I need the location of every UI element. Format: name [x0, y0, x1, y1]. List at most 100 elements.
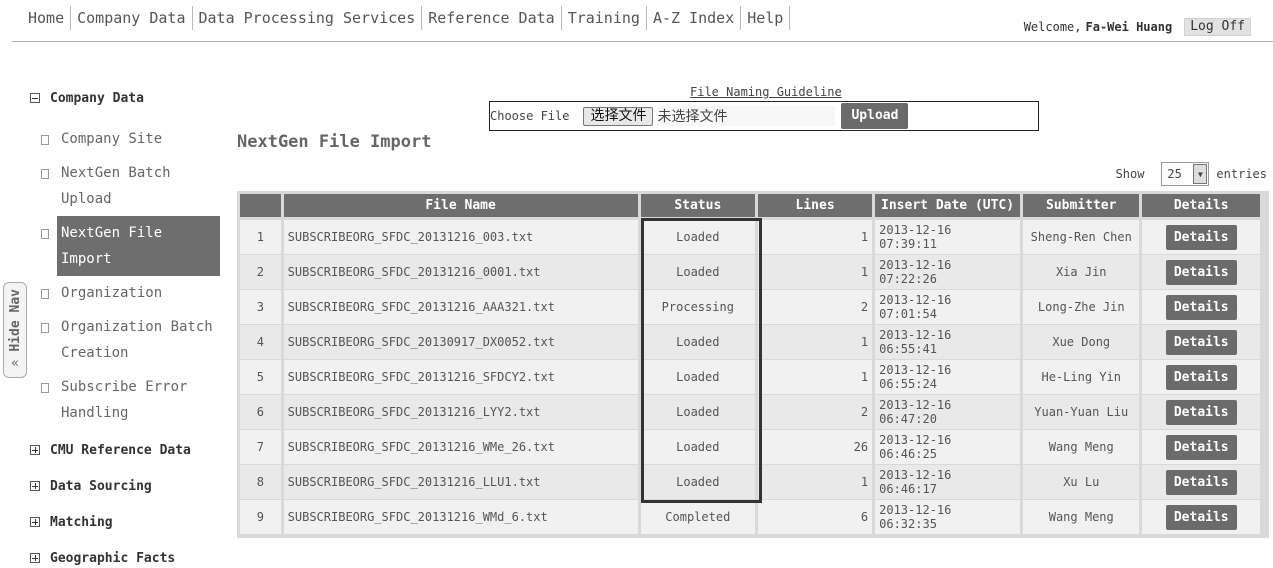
expand-icon[interactable]: [30, 553, 40, 563]
nav-data-processing-services[interactable]: Data Processing Services: [193, 6, 423, 30]
submitter-cell: He-Ling Yin: [1023, 360, 1140, 395]
column-header-lines[interactable]: Lines: [758, 194, 873, 220]
table-row: 6 SUBSCRIBEORG_SFDC_20131216_LYY2.txt Lo…: [240, 395, 1260, 430]
row-number: 3: [240, 290, 281, 325]
submitter-cell: Wang Meng: [1023, 500, 1140, 535]
column-header-submitter[interactable]: Submitter: [1023, 194, 1140, 220]
submitter-cell: Xue Dong: [1023, 325, 1140, 360]
no-file-text: 未选择文件: [657, 106, 836, 126]
collapse-icon[interactable]: [30, 93, 40, 103]
sidebar-group-data-sourcing[interactable]: Data Sourcing: [30, 476, 220, 496]
entries-select-value: 25: [1167, 167, 1182, 181]
table-row: 5 SUBSCRIBEORG_SFDC_20131216_SFDCY2.txt …: [240, 360, 1260, 395]
nav-a-z-index[interactable]: A-Z Index: [647, 6, 742, 30]
welcome-text: Welcome,: [1023, 20, 1082, 34]
document-icon: [41, 135, 49, 145]
lines-cell: 1: [758, 360, 873, 395]
status-cell: Loaded: [640, 255, 756, 290]
sidebar-item-company-site[interactable]: Company Site: [30, 122, 220, 156]
status-cell: Loaded: [640, 220, 756, 255]
submitter-cell: Yuan-Yuan Liu: [1023, 395, 1140, 430]
details-button[interactable]: Details: [1165, 329, 1237, 355]
column-header-index[interactable]: [240, 194, 281, 220]
document-icon: [41, 383, 49, 393]
nav-reference-data[interactable]: Reference Data: [422, 6, 562, 30]
sidebar-group-company-data[interactable]: Company Data: [30, 88, 220, 108]
insert-date-cell: 2013-12-16 06:46:25: [875, 430, 1021, 465]
sidebar-group-matching[interactable]: Matching: [30, 512, 220, 532]
table-row: 2 SUBSCRIBEORG_SFDC_20131216_0001.txt Lo…: [240, 255, 1260, 290]
column-header-details[interactable]: Details: [1142, 194, 1260, 220]
details-button[interactable]: Details: [1165, 259, 1237, 285]
lines-cell: 2: [758, 290, 873, 325]
status-cell: Loaded: [640, 360, 756, 395]
log-off-button[interactable]: Log Off: [1184, 18, 1251, 36]
nav-training[interactable]: Training: [562, 6, 647, 30]
sidebar-group-label: CMU Reference Data: [50, 442, 191, 458]
insert-date-cell: 2013-12-16 06:47:20: [875, 395, 1021, 430]
column-header-status[interactable]: Status: [640, 194, 756, 220]
sidebar-item-organization-batch-creation[interactable]: Organization Batch Creation: [30, 310, 220, 370]
column-header-insert-date[interactable]: Insert Date (UTC): [875, 194, 1021, 220]
row-number: 4: [240, 325, 281, 360]
column-header-file-name[interactable]: File Name: [283, 194, 638, 220]
row-number: 6: [240, 395, 281, 430]
row-number: 7: [240, 430, 281, 465]
sidebar-item-subscribe-error-handling[interactable]: Subscribe Error Handling: [30, 370, 220, 430]
details-button[interactable]: Details: [1165, 294, 1237, 320]
file-name-cell: SUBSCRIBEORG_SFDC_20131216_LLU1.txt: [283, 465, 638, 500]
file-naming-guideline-link[interactable]: File Naming Guideline: [690, 85, 842, 99]
sidebar-item-label: Company Site: [61, 131, 163, 147]
entries-select[interactable]: 25 ▼: [1161, 162, 1210, 186]
sidebar-item-label: NextGen Batch Upload: [61, 165, 171, 207]
sidebar-item-nextgen-file-import[interactable]: NextGen File Import: [41, 216, 220, 276]
sidebar-item-label: Subscribe Error Handling: [61, 379, 188, 421]
sidebar-group-label: Company Data: [50, 90, 144, 106]
details-cell: Details: [1142, 360, 1260, 395]
file-name-cell: SUBSCRIBEORG_SFDC_20130917_DX0052.txt: [283, 325, 638, 360]
details-button[interactable]: Details: [1165, 364, 1237, 390]
sidebar-group-label: Data Sourcing: [50, 478, 152, 494]
dropdown-arrow-icon[interactable]: ▼: [1193, 164, 1208, 184]
lines-cell: 1: [758, 465, 873, 500]
file-name-cell: SUBSCRIBEORG_SFDC_20131216_003.txt: [283, 220, 638, 255]
table-row: 3 SUBSCRIBEORG_SFDC_20131216_AAA321.txt …: [240, 290, 1260, 325]
document-icon: [41, 289, 49, 299]
submitter-cell: Xu Lu: [1023, 465, 1140, 500]
status-cell: Loaded: [640, 325, 756, 360]
hide-nav-label: Hide Nav: [7, 289, 23, 352]
table-row: 9 SUBSCRIBEORG_SFDC_20131216_WMd_6.txt C…: [240, 500, 1260, 535]
details-button[interactable]: Details: [1165, 399, 1237, 425]
sidebar-item-label: Organization: [61, 285, 163, 301]
sidebar-item-nextgen-batch-upload[interactable]: NextGen Batch Upload: [30, 156, 220, 216]
nav-home[interactable]: Home: [22, 6, 72, 30]
details-cell: Details: [1142, 395, 1260, 430]
row-number: 9: [240, 500, 281, 535]
row-number: 8: [240, 465, 281, 500]
nav-company-data[interactable]: Company Data: [71, 6, 193, 30]
sidebar: Company Data Company Site NextGen Batch …: [30, 88, 220, 568]
status-cell: Completed: [640, 500, 756, 535]
document-icon: [41, 169, 49, 179]
details-button[interactable]: Details: [1165, 469, 1237, 495]
sidebar-group-cmu-reference-data[interactable]: CMU Reference Data: [30, 440, 220, 460]
expand-icon[interactable]: [30, 517, 40, 527]
lines-cell: 6: [758, 500, 873, 535]
expand-icon[interactable]: [30, 445, 40, 455]
details-button[interactable]: Details: [1165, 224, 1237, 250]
choose-file-button[interactable]: 选择文件: [583, 106, 654, 126]
file-name-cell: SUBSCRIBEORG_SFDC_20131216_LYY2.txt: [283, 395, 638, 430]
upload-button[interactable]: Upload: [841, 103, 909, 129]
file-name-cell: SUBSCRIBEORG_SFDC_20131216_WMd_6.txt: [283, 500, 638, 535]
details-button[interactable]: Details: [1165, 434, 1237, 460]
sidebar-group-label: Matching: [50, 514, 113, 530]
sidebar-item-organization[interactable]: Organization: [30, 276, 220, 310]
document-icon: [41, 323, 49, 333]
upload-form: Choose File 选择文件 未选择文件 Upload: [489, 101, 1039, 131]
hide-nav-toggle[interactable]: Hide Nav «: [3, 282, 27, 378]
nav-help[interactable]: Help: [741, 6, 791, 30]
sidebar-group-geographic-facts[interactable]: Geographic Facts: [30, 548, 220, 568]
details-button[interactable]: Details: [1165, 504, 1237, 530]
expand-icon[interactable]: [30, 481, 40, 491]
status-cell: Loaded: [640, 465, 756, 500]
